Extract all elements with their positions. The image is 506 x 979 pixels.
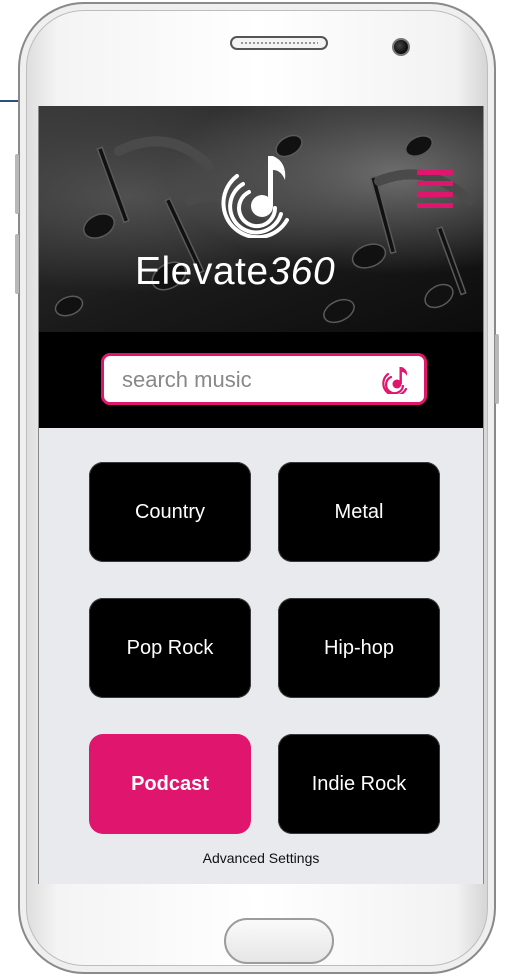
genre-button-indie-rock[interactable]: Indie Rock bbox=[278, 734, 440, 834]
volume-button bbox=[15, 154, 19, 214]
genre-button-podcast[interactable]: Podcast bbox=[89, 734, 251, 834]
genre-label: Metal bbox=[334, 500, 384, 523]
genre-button-metal[interactable]: Metal bbox=[278, 462, 440, 562]
genre-button-pop-rock[interactable]: Pop Rock bbox=[89, 598, 251, 698]
genre-label: Podcast bbox=[131, 772, 209, 795]
genre-label: Indie Rock bbox=[311, 772, 407, 795]
genre-label: Country bbox=[134, 500, 206, 523]
advanced-settings-link[interactable]: Advanced Settings bbox=[39, 850, 483, 866]
search-input[interactable] bbox=[120, 362, 374, 398]
search-box bbox=[101, 353, 427, 405]
power-button bbox=[495, 334, 499, 404]
genre-label: Hip-hop bbox=[323, 636, 395, 659]
music-note-search-icon[interactable] bbox=[382, 364, 412, 394]
hamburger-menu-icon[interactable] bbox=[417, 168, 457, 208]
brand-suffix: 360 bbox=[268, 250, 336, 293]
brand-title: Elevate360 bbox=[135, 250, 395, 294]
music-note-logo-icon bbox=[221, 156, 289, 238]
app-screen: Elevate360 Country Metal Pop Roc bbox=[38, 106, 484, 884]
hero-header: Elevate360 bbox=[39, 106, 483, 332]
home-button[interactable] bbox=[224, 918, 334, 964]
genre-label: Pop Rock bbox=[126, 636, 214, 659]
volume-button-2 bbox=[15, 234, 19, 294]
search-bar-section bbox=[39, 332, 483, 428]
genre-button-hip-hop[interactable]: Hip-hop bbox=[278, 598, 440, 698]
front-camera bbox=[392, 38, 410, 56]
genre-button-country[interactable]: Country bbox=[89, 462, 251, 562]
brand-name: Elevate bbox=[135, 250, 269, 293]
speaker-grille bbox=[230, 36, 328, 50]
